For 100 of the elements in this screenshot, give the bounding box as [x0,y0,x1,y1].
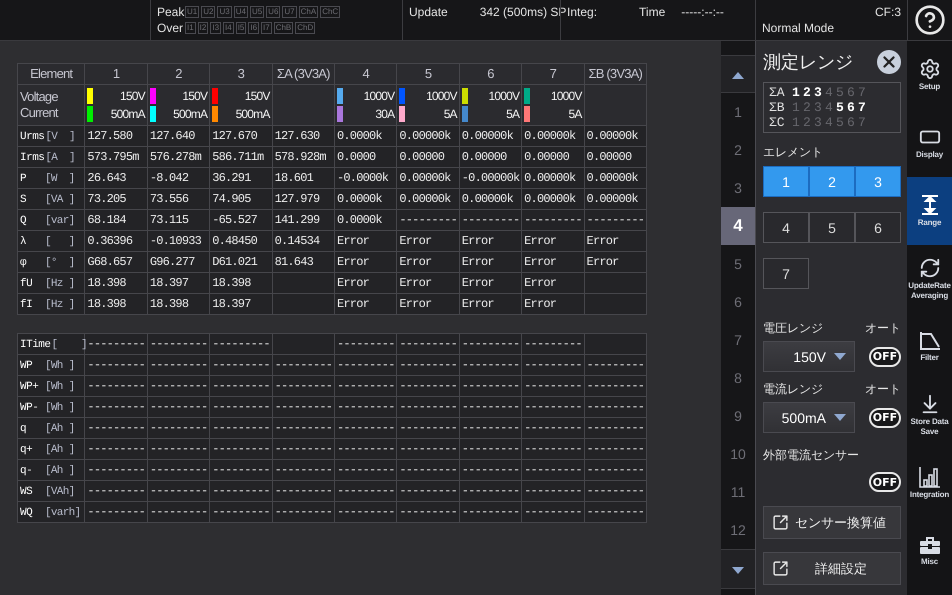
table-cell: --------- [522,418,584,438]
action-button[interactable]: センサー換算値 [763,506,901,539]
range-label: Voltage [20,89,58,104]
close-button[interactable] [877,50,901,74]
unit-label: [° ] [45,257,75,269]
filter-curve-icon [918,331,940,351]
page-down-button[interactable] [721,549,755,589]
function-label: P [20,173,28,185]
table-cell: 73.556 [147,188,210,210]
table-cell: --------- [272,396,334,418]
table-cell: --------- [210,396,272,418]
table-cell: --------- [522,460,584,480]
column-header: Element [18,64,85,84]
sidebar-item[interactable]: Setup [907,41,952,109]
table-cell: --------- [459,334,522,354]
sidebar-item[interactable]: Range [907,177,952,245]
auto-label: オート [865,320,901,336]
table-cell: 0.0000k [334,210,397,230]
sum-label: ΣC [769,115,786,130]
element-button[interactable]: 4 [763,212,809,243]
sidebar-item[interactable]: Filter [907,313,952,381]
up-triangle-icon [732,72,744,78]
element-button[interactable]: 6 [855,212,901,243]
caret-icon [834,414,846,421]
table-cell: 73.115 [147,210,210,230]
page-up-button[interactable] [721,55,755,93]
range-value: 500mA [110,107,145,121]
page-tab[interactable]: 12 [721,511,755,549]
table-cell: --------- [147,502,210,522]
element-button[interactable]: 5 [809,212,855,243]
table-cell: --------- [396,460,460,480]
update-label: Update [409,5,448,19]
page-tab[interactable]: 9 [721,397,755,435]
wiring-element: 6 [847,100,856,115]
range-value: 30A [375,107,394,121]
sidebar-item[interactable]: Integration [907,449,952,517]
page-tab[interactable]: 4 [721,207,755,245]
external-link-icon [772,560,789,577]
table-cell: --------- [210,460,272,480]
range-value: 5A [444,107,457,121]
table-cell: --------- [522,480,584,502]
table-cell: --------- [84,354,148,376]
table-cell: --------- [459,460,522,480]
table-cell: --------- [272,376,334,396]
page-tab[interactable]: 11 [721,473,755,511]
page-tab[interactable]: 5 [721,245,755,283]
sidebar-item[interactable]: UpdateRate Averaging [907,245,952,313]
table-cell: 141.299 [272,210,334,230]
table-cell: -0.10933 [147,230,210,252]
caret-icon [834,353,846,360]
wiring-element: 3 [814,100,823,115]
peak-label: Peak [157,5,183,19]
page-tab[interactable]: 10 [721,435,755,473]
auto-toggle[interactable]: OFF [869,472,901,492]
table-cell: --------- [459,438,522,460]
element-label: エレメント [763,144,823,160]
sidebar-item[interactable]: Store Data Save [907,381,952,449]
sidebar-item[interactable]: Misc [907,517,952,585]
page-tab[interactable]: 3 [721,169,755,207]
page-tab[interactable]: 2 [721,131,755,169]
table-cell: Error [522,230,584,252]
table-cell: Error [396,230,460,252]
unit-label: [Ah ] [45,465,75,477]
range-dropdown[interactable]: 500mA [763,402,855,433]
unit-label: [Ah ] [45,423,75,435]
unit-label: [Wh ] [45,360,75,372]
range-value: 5A [568,107,582,121]
unit-label: [A ] [45,152,75,164]
auto-toggle[interactable]: OFF [869,408,901,428]
table-cell: --------- [459,376,522,396]
table-cell: --------- [210,376,272,396]
table-cell: --------- [334,438,397,460]
help-icon[interactable] [914,4,946,36]
table-cell: Error [522,252,584,272]
table-cell: --------- [584,502,646,522]
over-indicator: I6 [248,22,260,34]
table-cell: G96.277 [147,252,210,272]
auto-toggle[interactable]: OFF [869,346,901,366]
table-cell: --------- [459,480,522,502]
table-cell: --------- [147,438,210,460]
table-cell: -0.00000k [459,168,522,188]
page-tab[interactable]: 7 [721,321,755,359]
table-cell: --------- [147,354,210,376]
column-header: 7 [522,64,584,84]
range-dropdown[interactable]: 150V [763,341,855,372]
table-cell: 0.14534 [272,230,334,252]
page-tab[interactable]: 6 [721,283,755,321]
function-label: φ [20,257,28,269]
table-cell: --------- [396,418,460,438]
sidebar-item[interactable]: Display [907,109,952,177]
element-button[interactable]: 7 [763,258,809,289]
table-cell: --------- [272,502,334,522]
page-tab[interactable]: 8 [721,359,755,397]
action-button[interactable]: 詳細設定 [763,552,901,585]
wiring-element: 7 [858,85,867,100]
range-setting-label: 電圧レンジ [763,320,823,336]
table-cell: 18.397 [210,294,272,314]
over-indicator: ChD [295,22,316,34]
unit-label: [V ] [45,131,75,143]
page-tab[interactable]: 1 [721,93,755,131]
